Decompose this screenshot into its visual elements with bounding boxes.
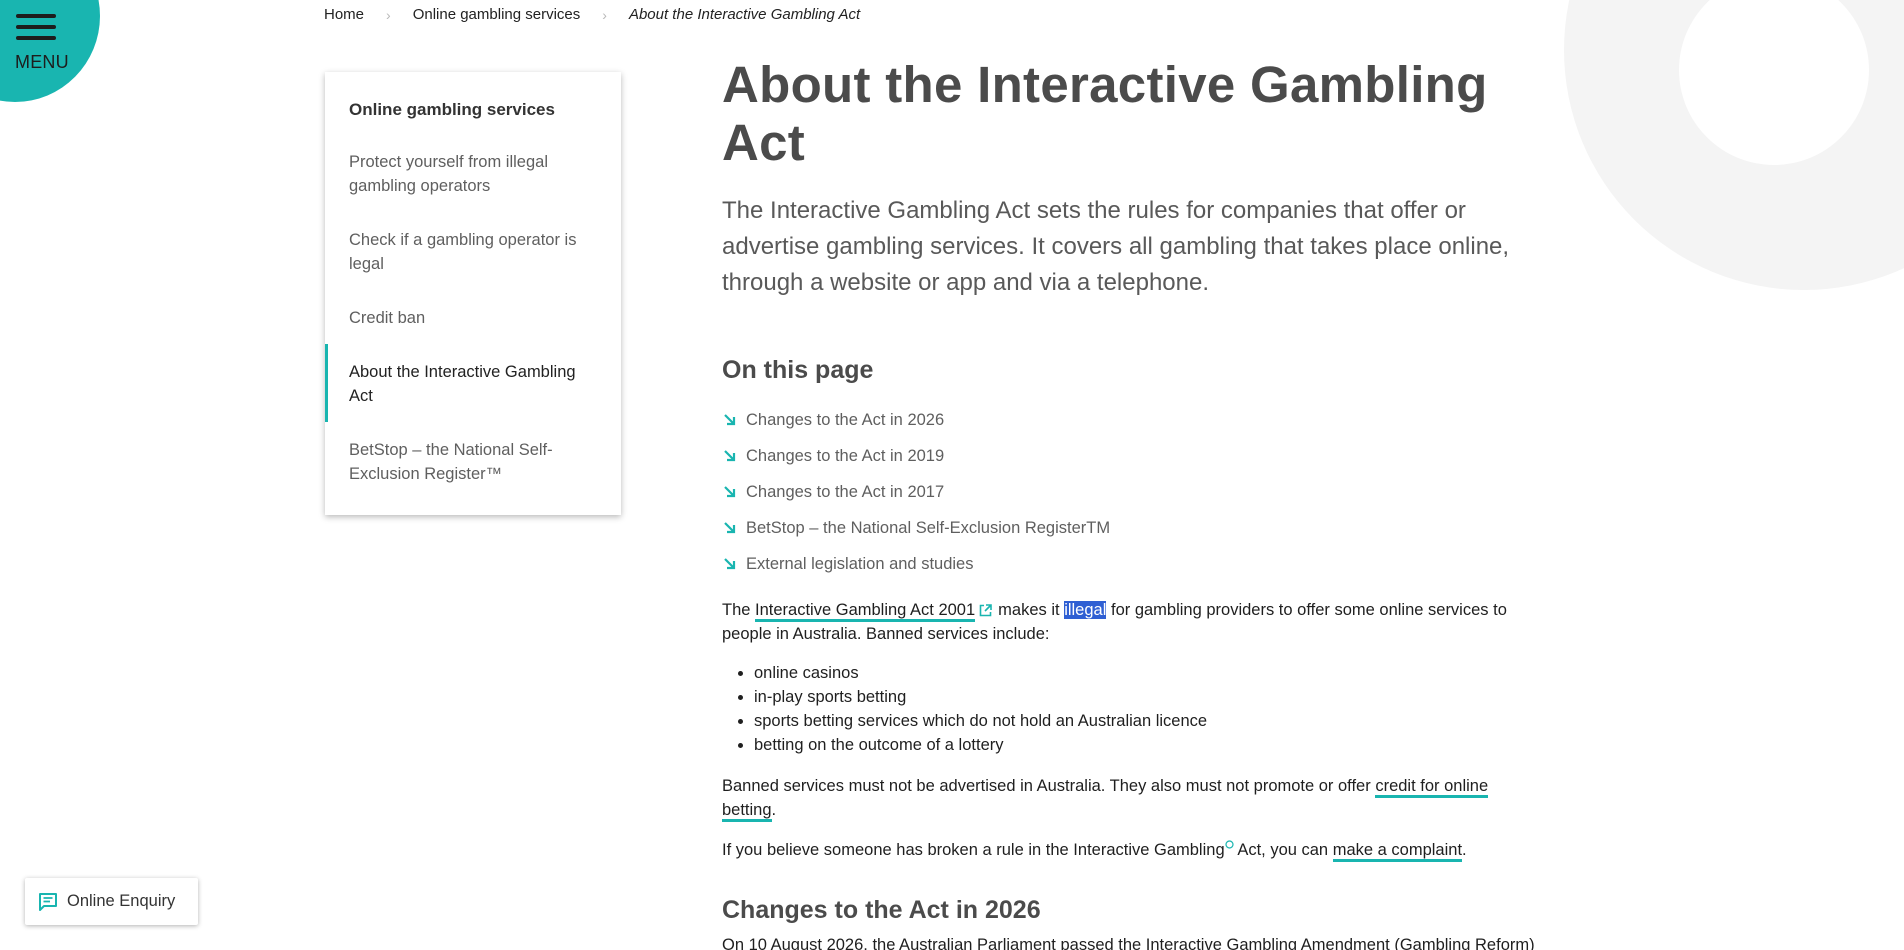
- arrow-down-right-icon: [724, 522, 736, 534]
- list-item: in-play sports betting: [754, 685, 1207, 709]
- toc-item-label: External legislation and studies: [746, 554, 974, 573]
- changes-2026-heading: Changes to the Act in 2026: [722, 896, 1041, 924]
- interactive-gambling-act-link[interactable]: Interactive Gambling Act 2001: [755, 601, 976, 622]
- complaint-paragraph: If you believe someone has broken a rule…: [722, 838, 1542, 862]
- breadcrumb-section[interactable]: Online gambling services: [413, 6, 581, 23]
- chevron-right-icon: ›: [602, 6, 607, 23]
- intro-paragraph: The Interactive Gambling Act 2001 makes i…: [722, 598, 1542, 646]
- info-icon: [1225, 840, 1234, 849]
- text-fragment: .: [1462, 841, 1467, 859]
- toc-item-label: Changes to the Act in 2017: [746, 482, 945, 501]
- list-item: betting on the outcome of a lottery: [754, 733, 1207, 757]
- list-item: online casinos: [754, 661, 1207, 685]
- breadcrumb-current: About the Interactive Gambling Act: [628, 6, 861, 23]
- text-fragment: Banned services must not be advertised i…: [722, 777, 1371, 795]
- make-a-complaint-link[interactable]: make a complaint: [1332, 841, 1463, 862]
- arrow-down-right-icon: [724, 414, 736, 426]
- lead-paragraph: The Interactive Gambling Act sets the ru…: [722, 197, 1510, 296]
- advertising-paragraph: Banned services must not be advertised i…: [722, 774, 1542, 822]
- toc-item-label: BetStop – the National Self-Exclusion Re…: [746, 518, 1111, 537]
- online-enquiry-label: Online Enquiry: [67, 892, 176, 910]
- banned-services-list: online casinos in-play sports betting sp…: [754, 661, 1207, 757]
- toc-item-external[interactable]: External legislation and studies: [722, 546, 1110, 582]
- online-enquiry-button[interactable]: Online Enquiry: [25, 878, 198, 925]
- menu-label: MENU: [15, 52, 69, 72]
- on-this-page-heading: On this page: [722, 356, 874, 384]
- toc-item-2026[interactable]: Changes to the Act in 2026: [722, 402, 1110, 438]
- text-fragment: .: [771, 801, 777, 819]
- list-item: sports betting services which do not hol…: [754, 709, 1207, 733]
- toc-item-label: Changes to the Act in 2026: [746, 410, 945, 429]
- toc-item-label: Changes to the Act in 2019: [746, 446, 945, 465]
- active-indicator: [325, 344, 328, 422]
- selected-text: illegal: [1064, 601, 1107, 619]
- breadcrumb: Home › Online gambling services › About …: [324, 6, 860, 23]
- sidebar-item-protect-yourself[interactable]: Protect yourself from illegal gambling o…: [349, 150, 599, 198]
- external-link-icon: [979, 604, 992, 617]
- section-nav: Online gambling services Protect yoursel…: [325, 72, 621, 515]
- breadcrumb-home[interactable]: Home: [324, 6, 364, 23]
- hamburger-icon: [16, 14, 56, 47]
- toc-item-betstop[interactable]: BetStop – the National Self-Exclusion Re…: [722, 510, 1110, 546]
- text-fragment: makes it: [998, 601, 1060, 619]
- sidebar-item-check-operator[interactable]: Check if a gambling operator is legal: [349, 228, 599, 276]
- text-fragment: The: [722, 601, 751, 619]
- sidebar-item-betstop[interactable]: BetStop – the National Self-Exclusion Re…: [349, 438, 599, 486]
- chat-icon: [39, 892, 57, 911]
- on-this-page-list: Changes to the Act in 2026 Changes to th…: [722, 402, 1110, 582]
- toc-item-2019[interactable]: Changes to the Act in 2019: [722, 438, 1110, 474]
- chevron-right-icon: ›: [386, 6, 391, 23]
- arrow-down-right-icon: [724, 450, 736, 462]
- text-fragment: If you believe someone has broken a rule…: [722, 841, 1225, 859]
- section-body-text: On 10 August 2026, the Australian Parlia…: [722, 936, 1535, 950]
- toc-item-2017[interactable]: Changes to the Act in 2017: [722, 474, 1110, 510]
- section-nav-heading[interactable]: Online gambling services: [349, 100, 555, 120]
- text-fragment: Act, you can: [1237, 841, 1329, 859]
- sidebar-item-interactive-gambling-act[interactable]: About the Interactive Gambling Act: [349, 360, 599, 408]
- arrow-down-right-icon: [724, 558, 736, 570]
- menu-button[interactable]: MENU: [0, 0, 100, 102]
- sidebar-item-credit-ban[interactable]: Credit ban: [349, 306, 599, 330]
- page-title: About the Interactive Gambling Act: [722, 56, 1488, 171]
- arrow-down-right-icon: [724, 486, 736, 498]
